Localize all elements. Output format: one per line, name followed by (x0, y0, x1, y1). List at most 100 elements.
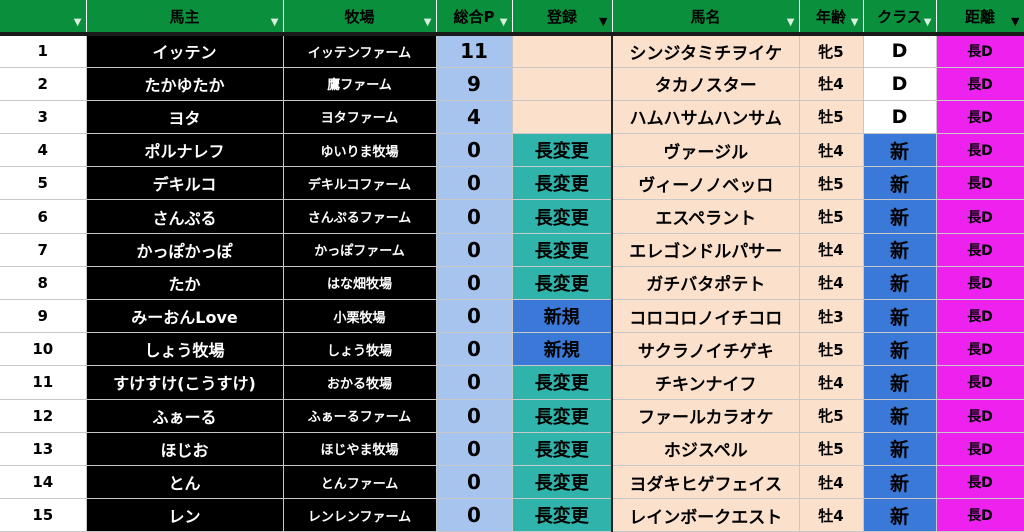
owner-cell[interactable]: すけすけ(こうすけ) (86, 365, 284, 400)
row-number-cell[interactable]: 13 (0, 432, 87, 466)
age-cell[interactable]: 牡5 (799, 432, 864, 466)
row-number-cell[interactable]: 10 (0, 332, 87, 367)
owner-cell[interactable]: とん (86, 465, 284, 500)
filter-active-icon[interactable]: ▼ (1011, 15, 1019, 28)
row-number-cell[interactable]: 3 (0, 100, 87, 135)
class-cell[interactable]: 新 (863, 399, 937, 433)
distance-cell[interactable]: 長D (936, 233, 1024, 267)
distance-cell[interactable]: 長D (936, 365, 1024, 400)
distance-cell[interactable]: 長D (936, 299, 1024, 334)
age-cell[interactable]: 牝5 (799, 34, 864, 68)
points-cell[interactable]: 0 (436, 365, 513, 400)
row-number-cell[interactable]: 11 (0, 365, 87, 400)
age-cell[interactable]: 牡5 (799, 332, 864, 367)
points-cell[interactable]: 0 (436, 166, 513, 201)
row-number-cell[interactable]: 8 (0, 266, 87, 301)
distance-cell[interactable]: 長D (936, 332, 1024, 367)
farm-cell[interactable]: はな畑牧場 (283, 266, 437, 301)
class-cell[interactable]: D (863, 67, 937, 101)
registration-cell[interactable]: 新規 (512, 299, 613, 334)
registration-cell[interactable] (512, 67, 613, 101)
registration-cell[interactable]: 長変更 (512, 365, 613, 400)
class-cell[interactable]: 新 (863, 332, 937, 367)
class-cell[interactable]: D (863, 34, 937, 68)
points-cell[interactable]: 0 (436, 399, 513, 433)
row-number-cell[interactable]: 9 (0, 299, 87, 334)
horse-name-cell[interactable]: サクラノイチゲキ (611, 332, 800, 367)
distance-cell[interactable]: 長D (936, 100, 1024, 135)
farm-cell[interactable]: ゆいりま牧場 (283, 133, 437, 168)
col-header-age[interactable]: 年齢 ▼ (799, 0, 864, 36)
owner-cell[interactable]: ポルナレフ (86, 133, 284, 168)
farm-cell[interactable]: ふぁーるファーム (283, 399, 437, 433)
col-header-points[interactable]: 総合P ▼ (436, 0, 513, 36)
farm-cell[interactable]: さんぷるファーム (283, 199, 437, 234)
farm-cell[interactable]: しょう牧場 (283, 332, 437, 367)
age-cell[interactable]: 牡4 (799, 233, 864, 267)
owner-cell[interactable]: デキルコ (86, 166, 284, 201)
registration-cell[interactable]: 長変更 (512, 133, 613, 168)
farm-cell[interactable]: かっぽファーム (283, 233, 437, 267)
row-number-cell[interactable]: 5 (0, 166, 87, 201)
farm-cell[interactable]: イッテンファーム (283, 34, 437, 68)
registration-cell[interactable]: 長変更 (512, 233, 613, 267)
distance-cell[interactable]: 長D (936, 465, 1024, 500)
filter-dropdown-icon[interactable]: ▼ (787, 17, 795, 28)
points-cell[interactable]: 0 (436, 133, 513, 168)
owner-cell[interactable]: かっぽかっぽ (86, 233, 284, 267)
owner-cell[interactable]: たかゆたか (86, 67, 284, 101)
registration-cell[interactable]: 長変更 (512, 166, 613, 201)
class-cell[interactable]: 新 (863, 299, 937, 334)
farm-cell[interactable]: 小栗牧場 (283, 299, 437, 334)
age-cell[interactable]: 牡5 (799, 166, 864, 201)
farm-cell[interactable]: ヨタファーム (283, 100, 437, 135)
points-cell[interactable]: 0 (436, 199, 513, 234)
points-cell[interactable]: 0 (436, 498, 513, 532)
row-number-cell[interactable]: 14 (0, 465, 87, 500)
owner-cell[interactable]: しょう牧場 (86, 332, 284, 367)
class-cell[interactable]: 新 (863, 133, 937, 168)
points-cell[interactable]: 0 (436, 299, 513, 334)
registration-cell[interactable]: 長変更 (512, 199, 613, 234)
horse-name-cell[interactable]: エスペラント (611, 199, 800, 234)
points-cell[interactable]: 9 (436, 67, 513, 101)
distance-cell[interactable]: 長D (936, 399, 1024, 433)
distance-cell[interactable]: 長D (936, 34, 1024, 68)
horse-name-cell[interactable]: レインボークエスト (611, 498, 800, 532)
owner-cell[interactable]: ふぁーる (86, 399, 284, 433)
age-cell[interactable]: 牡4 (799, 133, 864, 168)
row-number-cell[interactable]: 1 (0, 34, 87, 68)
farm-cell[interactable]: 鷹ファーム (283, 67, 437, 101)
class-cell[interactable]: 新 (863, 465, 937, 500)
points-cell[interactable]: 0 (436, 432, 513, 466)
horse-name-cell[interactable]: ガチバタポテト (611, 266, 800, 301)
owner-cell[interactable]: たか (86, 266, 284, 301)
class-cell[interactable]: 新 (863, 498, 937, 532)
filter-dropdown-icon[interactable]: ▼ (74, 17, 82, 28)
class-cell[interactable]: 新 (863, 199, 937, 234)
registration-cell[interactable]: 長変更 (512, 498, 613, 532)
age-cell[interactable]: 牡4 (799, 498, 864, 532)
horse-name-cell[interactable]: エレゴンドルパサー (611, 233, 800, 267)
col-header-distance[interactable]: 距離 ▼ (936, 0, 1024, 36)
class-cell[interactable]: 新 (863, 266, 937, 301)
filter-active-icon[interactable]: ▼ (599, 15, 607, 28)
row-number-cell[interactable]: 7 (0, 233, 87, 267)
owner-cell[interactable]: ほじお (86, 432, 284, 466)
col-header-class[interactable]: クラス ▼ (863, 0, 937, 36)
horse-name-cell[interactable]: シンジタミチヲイケ (611, 34, 800, 68)
col-header-registration[interactable]: 登録 ▼ (512, 0, 613, 36)
owner-cell[interactable]: レン (86, 498, 284, 532)
farm-cell[interactable]: おかる牧場 (283, 365, 437, 400)
row-number-cell[interactable]: 4 (0, 133, 87, 168)
row-number-cell[interactable]: 15 (0, 498, 87, 532)
class-cell[interactable]: D (863, 100, 937, 135)
horse-name-cell[interactable]: ヴァージル (611, 133, 800, 168)
horse-name-cell[interactable]: チキンナイフ (611, 365, 800, 400)
registration-cell[interactable]: 長変更 (512, 399, 613, 433)
owner-cell[interactable]: みーおんLove (86, 299, 284, 334)
col-header-horse[interactable]: 馬名 ▼ (612, 0, 800, 36)
horse-name-cell[interactable]: ヴィーノノベッロ (611, 166, 800, 201)
horse-name-cell[interactable]: ハムハサムハンサム (611, 100, 800, 135)
points-cell[interactable]: 11 (436, 34, 513, 68)
